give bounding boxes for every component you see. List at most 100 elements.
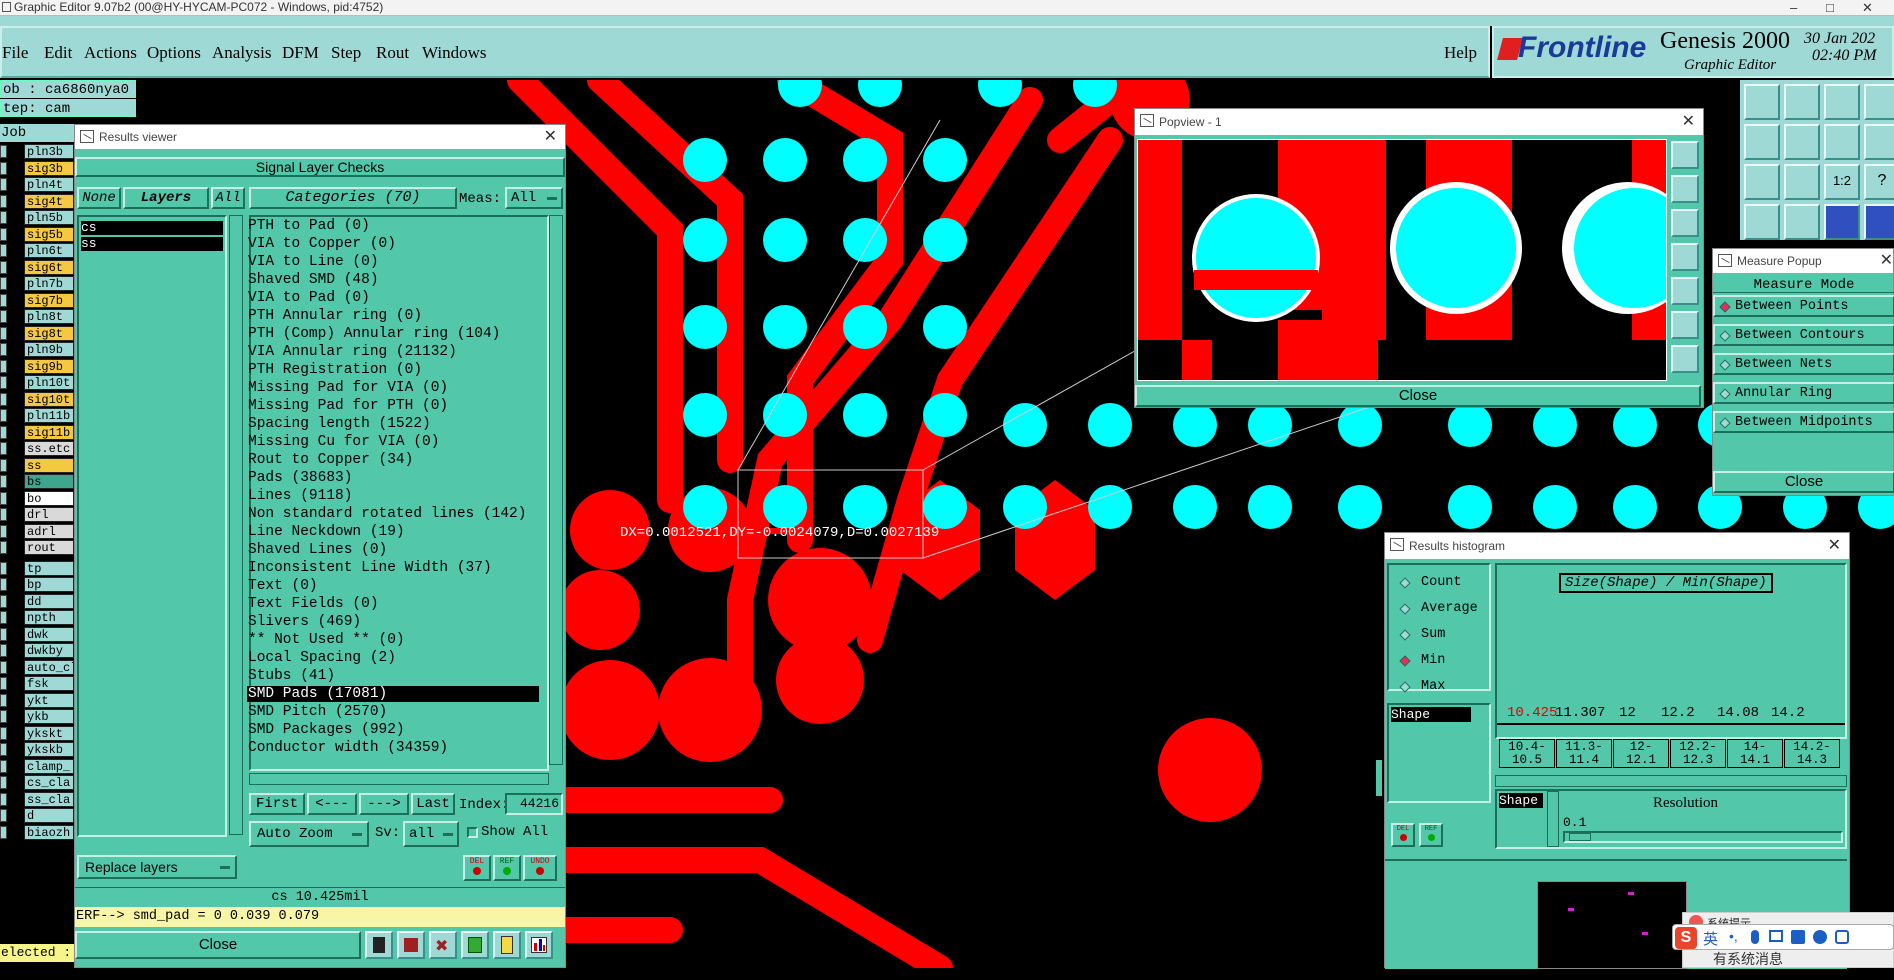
layer-name[interactable]: ss.etc: [24, 441, 74, 456]
meas-dropdown[interactable]: All: [505, 187, 563, 209]
shape-list[interactable]: Shape: [1387, 703, 1491, 803]
layer-row[interactable]: sig5b: [0, 226, 74, 243]
layer-toggle[interactable]: [0, 541, 7, 554]
layer-name[interactable]: sig7b: [24, 292, 74, 308]
layer-row[interactable]: dd: [0, 593, 74, 610]
category-item[interactable]: Rout to Copper (34): [247, 452, 539, 468]
category-item[interactable]: Missing Pad for PTH (0): [247, 398, 539, 414]
layer-name[interactable]: drl: [24, 507, 74, 522]
toolbar-icon-3[interactable]: [1824, 84, 1860, 120]
toolbar-icon-5[interactable]: [1744, 124, 1780, 160]
histogram-range-cell[interactable]: 14.2- 14.3: [1784, 739, 1840, 768]
layer-name[interactable]: pln3b: [24, 144, 74, 159]
menu-options[interactable]: Options: [147, 43, 201, 63]
layer-toggle[interactable]: [0, 726, 7, 740]
layer-row[interactable]: pln4t: [0, 177, 74, 193]
layer-row[interactable]: tp: [0, 560, 74, 577]
more-icon[interactable]: [1835, 930, 1849, 944]
histogram-range-cell[interactable]: 12- 12.1: [1613, 739, 1669, 768]
category-item[interactable]: Shaved Lines (0): [247, 542, 539, 558]
category-item[interactable]: Slivers (469): [247, 614, 539, 630]
layer-name[interactable]: fsk: [24, 676, 74, 691]
layer-row[interactable]: sig11b: [0, 424, 74, 441]
category-item[interactable]: PTH (Comp) Annular ring (104): [247, 326, 539, 342]
tool-icon-4[interactable]: [461, 931, 489, 959]
layer-name[interactable]: adrl: [24, 523, 74, 539]
toolbar-icon-10[interactable]: [1784, 164, 1820, 200]
layer-toggle[interactable]: [0, 611, 7, 624]
layer-row[interactable]: sig8t: [0, 325, 74, 342]
popview-tool-1[interactable]: [1671, 141, 1699, 169]
layer-name[interactable]: bs: [24, 474, 74, 489]
layer-name[interactable]: ykskb: [24, 742, 74, 757]
histogram-close-icon[interactable]: ✕: [1828, 533, 1841, 559]
layer-name[interactable]: ykb: [24, 709, 74, 724]
option-average[interactable]: Average: [1395, 599, 1478, 619]
tool-icon-5[interactable]: [493, 931, 521, 959]
layer-row[interactable]: pln5b: [0, 210, 74, 226]
layer-row[interactable]: sig10t: [0, 391, 74, 408]
job-matrix-button[interactable]: Job Matri: [0, 124, 74, 159]
layer-toggle[interactable]: [0, 326, 7, 340]
hist-ref-button[interactable]: REF: [1419, 823, 1443, 847]
layer-name[interactable]: pln7b: [24, 276, 74, 291]
layer-toggle[interactable]: [0, 293, 7, 307]
sogou-icon[interactable]: S: [1675, 927, 1697, 949]
option-min[interactable]: Min: [1395, 651, 1445, 671]
category-item[interactable]: ** Not Used ** (0): [247, 632, 539, 648]
mode-between-points[interactable]: Between Points: [1713, 295, 1894, 317]
next-button[interactable]: --->: [359, 793, 409, 815]
layer-row[interactable]: ykskb: [0, 742, 74, 758]
menu-analysis[interactable]: Analysis: [212, 43, 272, 63]
category-item[interactable]: Pads (38683): [247, 470, 539, 486]
layer-row[interactable]: cs_cla: [0, 775, 74, 791]
toolbox-icon[interactable]: [1813, 930, 1827, 944]
popview-tool-2[interactable]: [1671, 175, 1699, 203]
layer-toggle[interactable]: [0, 561, 7, 575]
layer-name[interactable]: bo: [24, 490, 74, 506]
layer-name[interactable]: pln4t: [24, 177, 74, 192]
layer-row[interactable]: ykb: [0, 709, 74, 725]
index-input[interactable]: 44216: [505, 793, 563, 815]
keyboard-icon[interactable]: [1769, 930, 1783, 942]
layer-row[interactable]: pln10t: [0, 375, 74, 391]
hist-del-button[interactable]: DEL: [1391, 823, 1415, 847]
del-button[interactable]: DEL: [463, 855, 491, 881]
layer-toggle[interactable]: [0, 743, 7, 756]
first-button[interactable]: First: [249, 793, 305, 815]
layer-item-ss[interactable]: ss: [81, 237, 223, 251]
popview-close-icon[interactable]: ✕: [1682, 109, 1695, 135]
category-item[interactable]: Lines (9118): [247, 488, 539, 504]
layer-name[interactable]: rout: [24, 540, 74, 555]
layer-toggle[interactable]: [0, 194, 7, 208]
categories-list[interactable]: PTH to Pad (0) VIA to Copper (0) VIA to Li…: [247, 218, 543, 758]
toolbar-icon-6[interactable]: [1784, 124, 1820, 160]
help-question-icon[interactable]: ?: [1864, 164, 1894, 200]
shape-item[interactable]: Shape: [1391, 707, 1471, 722]
menu-step[interactable]: Step: [331, 43, 361, 63]
layer-name[interactable]: ykskt: [24, 725, 74, 741]
layer-row[interactable]: sig4t: [0, 193, 74, 210]
layer-name[interactable]: sig8t: [24, 325, 74, 341]
layer-row[interactable]: ss: [0, 457, 74, 474]
popview-close-button[interactable]: Close: [1135, 385, 1701, 407]
histogram-range-cell[interactable]: 10.4- 10.5: [1499, 739, 1555, 768]
layer-item-cs[interactable]: cs: [81, 221, 223, 235]
layer-toggle[interactable]: [0, 809, 7, 822]
tool-icon-3[interactable]: ✖: [429, 931, 457, 959]
layer-name[interactable]: auto_cl: [24, 659, 74, 675]
categories-hscrollbar[interactable]: [249, 773, 549, 785]
histogram-hscrollbar[interactable]: [1495, 775, 1847, 787]
category-item[interactable]: Spacing length (1522): [247, 416, 539, 432]
close-button[interactable]: Close: [75, 931, 361, 959]
layer-toggle[interactable]: [0, 825, 7, 839]
menu-windows[interactable]: Windows: [422, 43, 486, 63]
category-item[interactable]: Shaved SMD (48): [247, 272, 539, 288]
layer-name[interactable]: tp: [24, 560, 74, 576]
toolbar-icon-7[interactable]: [1824, 124, 1860, 160]
layer-toggle[interactable]: [0, 660, 7, 674]
layer-row[interactable]: bo: [0, 490, 74, 507]
layer-row[interactable]: auto_cl: [0, 659, 74, 676]
layer-row[interactable]: ss.etc: [0, 441, 74, 457]
menu-file[interactable]: File: [2, 43, 28, 63]
